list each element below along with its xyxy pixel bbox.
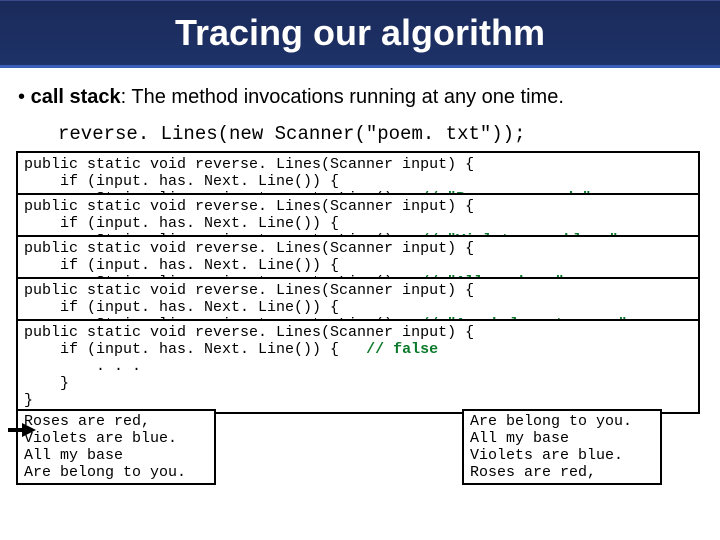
title-bar: Tracing our algorithm <box>0 0 720 68</box>
bullet-definition: • call stack: The method invocations run… <box>18 86 702 109</box>
stack-frame-5: public static void reverse. Lines(Scanne… <box>16 319 700 414</box>
slide-title: Tracing our algorithm <box>175 12 545 54</box>
content-area: • call stack: The method invocations run… <box>0 68 720 506</box>
output-reversed-box: Are belong to you. All my base Violets a… <box>462 409 662 485</box>
arrow-icon <box>22 423 36 437</box>
call-stack-diagram: public static void reverse. Lines(Scanne… <box>16 151 700 506</box>
bullet-marker: • <box>18 86 25 108</box>
io-row: Roses are red, Violets are blue. All my … <box>16 409 700 485</box>
term-call-stack: call stack <box>31 86 121 108</box>
input-poem-box: Roses are red, Violets are blue. All my … <box>16 409 216 485</box>
term-definition: : The method invocations running at any … <box>121 86 564 108</box>
invocation-code: reverse. Lines(new Scanner("poem. txt"))… <box>58 123 702 145</box>
